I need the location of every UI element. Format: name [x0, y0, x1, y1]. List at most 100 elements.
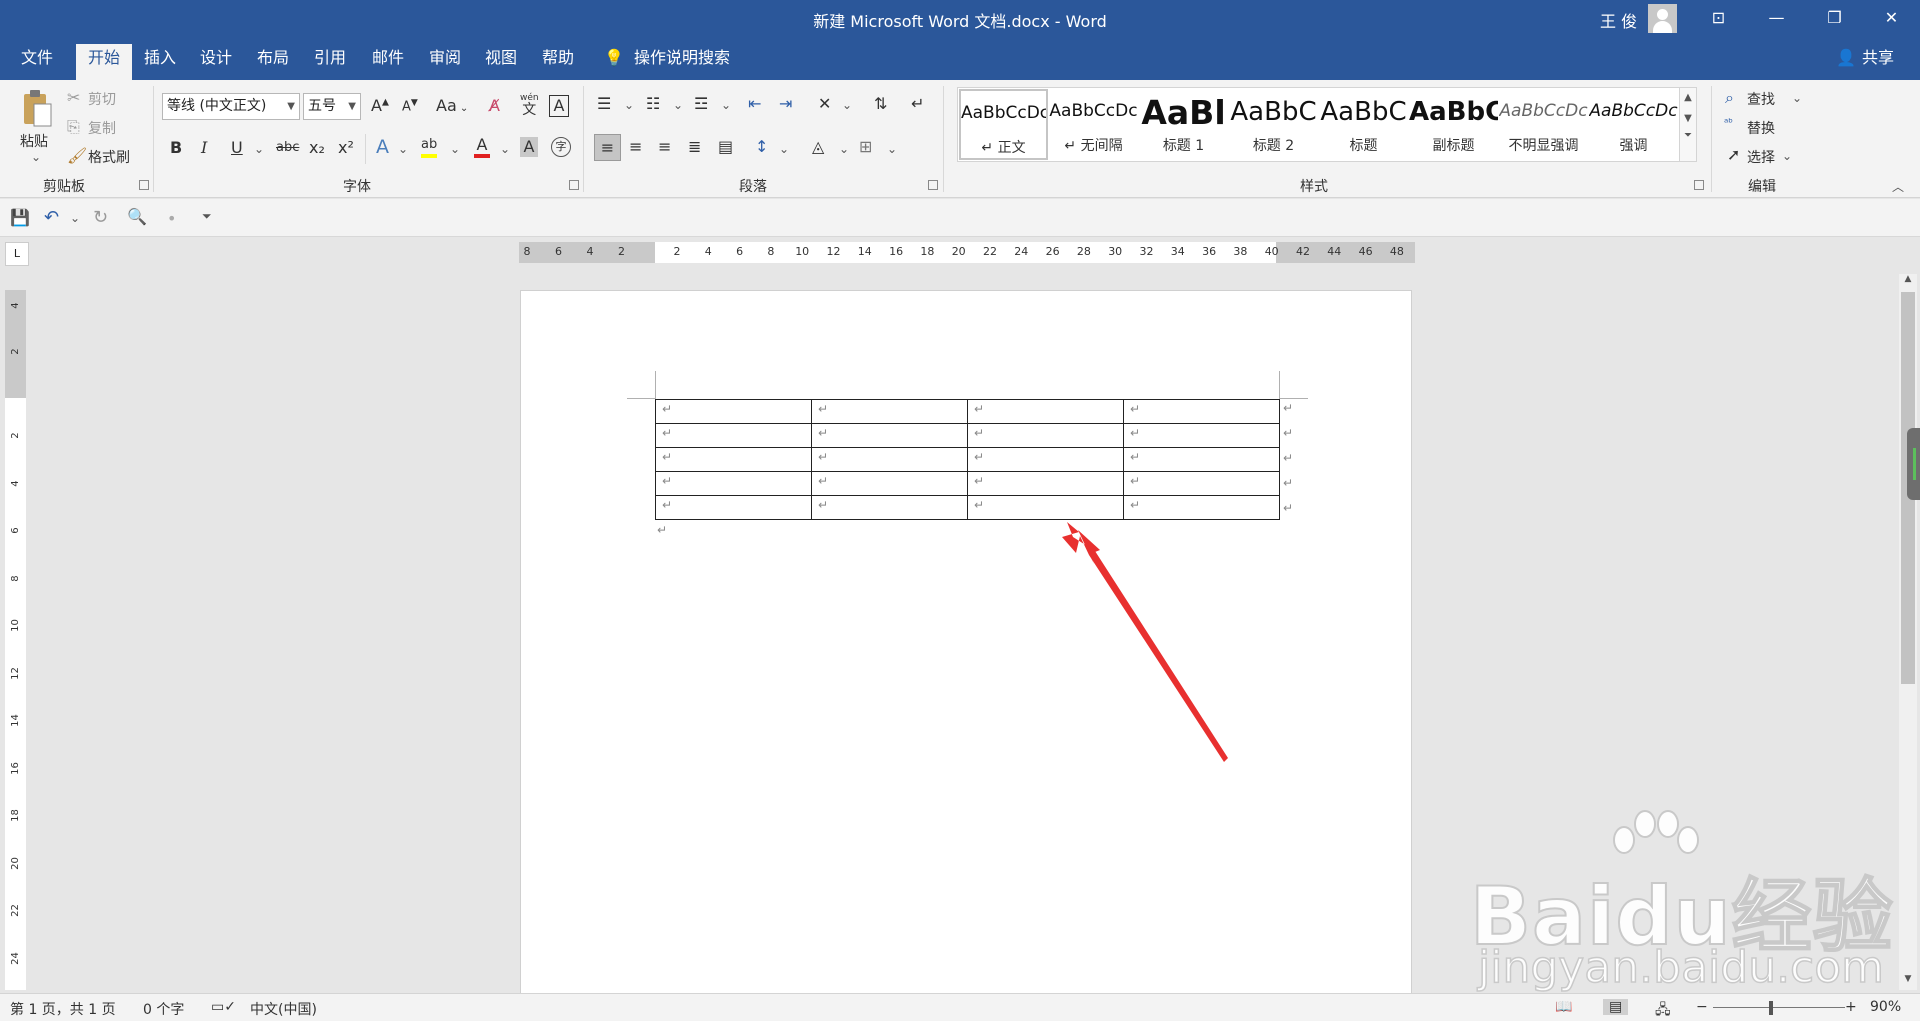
tab-review[interactable]: 审阅 [422, 44, 468, 80]
enclose-characters-icon[interactable]: 字 [551, 137, 571, 157]
table-cell[interactable]: ↵ [655, 447, 812, 472]
touch-mode-icon[interactable]: • [167, 209, 176, 228]
paste-icon[interactable] [20, 88, 54, 132]
table-cell[interactable]: ↵ [811, 423, 968, 448]
highlight-icon[interactable]: ab [421, 136, 438, 158]
copy-button[interactable]: 复制 [88, 118, 116, 138]
font-name-combo[interactable]: 等线 (中文正文) ▼ [162, 93, 300, 120]
styles-launcher-icon[interactable] [1694, 180, 1704, 190]
style-emphasis[interactable]: AaBbCcDc 强调 [1589, 89, 1678, 160]
zoom-slider[interactable] [1713, 1007, 1845, 1008]
document-page[interactable]: ↵ ↵ ↵ ↵ ↵ ↵ ↵ ↵ ↵ ↵ ↵ ↵ ↵ ↵ ↵ ↵ ↵ ↵ ↵ ↵ ↵ ↵ ↵ ↵ ↵ ↵ [520, 290, 1412, 1000]
table-cell[interactable]: ↵ [1123, 399, 1280, 424]
format-painter-icon[interactable]: 🖌 [67, 146, 87, 165]
strikethrough-icon[interactable]: abc [276, 140, 299, 155]
vertical-scrollbar[interactable]: ▲ ▼ [1899, 274, 1917, 990]
text-effects-dropdown-icon[interactable]: ⌄ [398, 142, 408, 156]
scroll-up-icon[interactable]: ▲ [1899, 274, 1917, 290]
numbering-icon[interactable]: ☷ [646, 94, 660, 113]
table-cell[interactable]: ↵ [1123, 447, 1280, 472]
font-color-icon[interactable]: A [474, 136, 490, 158]
copy-icon[interactable]: ⎘ [67, 117, 80, 137]
italic-icon[interactable]: I [201, 138, 207, 157]
find-dropdown-icon[interactable]: ⌄ [1792, 91, 1802, 105]
align-right-icon[interactable]: ≡ [658, 137, 671, 156]
borders-dropdown-icon[interactable]: ⌄ [887, 142, 897, 156]
word-count[interactable]: 0 个字 [143, 999, 184, 1019]
text-effects-icon[interactable]: A [376, 136, 389, 158]
zoom-level[interactable]: 90% [1870, 999, 1901, 1015]
clipboard-launcher-icon[interactable] [139, 180, 149, 190]
table-cell[interactable]: ↵ [655, 423, 812, 448]
table-cell[interactable]: ↵ [655, 495, 812, 520]
table-cell[interactable]: ↵ [967, 471, 1124, 496]
cut-button[interactable]: 剪切 [88, 89, 116, 109]
grow-font-icon[interactable]: A▲ [371, 96, 389, 115]
restore-icon[interactable]: ❐ [1806, 0, 1863, 36]
chinese-layout-dropdown-icon[interactable]: ⌄ [842, 98, 852, 112]
increase-indent-icon[interactable]: ⇥ [779, 94, 792, 113]
tab-mailings[interactable]: 邮件 [365, 44, 411, 80]
table-cell[interactable]: ↵ [1123, 423, 1280, 448]
tab-layout[interactable]: 布局 [250, 44, 296, 80]
format-painter-button[interactable]: 格式刷 [88, 147, 130, 167]
shrink-font-icon[interactable]: A▼ [402, 98, 418, 114]
zoom-out-icon[interactable]: − [1696, 999, 1708, 1015]
side-panel-handle[interactable] [1907, 428, 1920, 500]
style-no-spacing[interactable]: AaBbCcDc ↵ 无间隔 [1049, 89, 1138, 160]
lightbulb-icon[interactable]: 💡 [602, 44, 626, 80]
share-person-icon[interactable]: 👤 [1836, 44, 1856, 80]
style-title[interactable]: AaBbC 标题 [1319, 89, 1408, 160]
select-cursor-icon[interactable]: ➚ [1727, 145, 1740, 164]
tell-me-search[interactable]: 操作说明搜索 [632, 44, 732, 80]
tab-references[interactable]: 引用 [307, 44, 353, 80]
horizontal-ruler[interactable]: 8 6 4 2 2 4 6 8 10 12 14 16 18 20 22 24 26 28 30 32 34 36 38 40… [519, 242, 1415, 263]
style-heading-1[interactable]: AaBl 标题 1 [1139, 89, 1228, 160]
language[interactable]: 中文(中国) [250, 999, 317, 1019]
table-cell[interactable]: ↵ [967, 423, 1124, 448]
style-subtitle[interactable]: AaBbC 副标题 [1409, 89, 1498, 160]
bold-icon[interactable]: B [170, 138, 182, 157]
web-layout-icon[interactable]: 🖧 [1655, 999, 1671, 1021]
superscript-icon[interactable]: x² [338, 138, 354, 157]
find-icon[interactable]: ⌕ [1725, 88, 1734, 108]
table-cell[interactable]: ↵ [1123, 495, 1280, 520]
justify-icon[interactable]: ≣ [688, 137, 701, 156]
minimize-icon[interactable]: — [1748, 0, 1805, 36]
collapse-ribbon-icon[interactable]: ︿ [1892, 178, 1904, 195]
table-cell[interactable]: ↵ [967, 495, 1124, 520]
style-heading-2[interactable]: AaBbC 标题 2 [1229, 89, 1318, 160]
line-spacing-dropdown-icon[interactable]: ⌄ [779, 142, 789, 156]
table-cell[interactable]: ↵ [967, 447, 1124, 472]
paste-button[interactable]: 粘贴 [20, 131, 48, 151]
paragraph-launcher-icon[interactable] [928, 180, 938, 190]
replace-button[interactable]: 替换 [1747, 118, 1775, 138]
style-normal[interactable]: AaBbCcDc ↵ 正文 [959, 89, 1048, 160]
multilevel-list-icon[interactable]: ☲ [694, 94, 708, 113]
align-left-icon[interactable]: ≡ [594, 134, 621, 161]
document-table[interactable]: ↵ ↵ ↵ ↵ ↵ ↵ ↵ ↵ ↵ ↵ ↵ ↵ ↵ ↵ ↵ ↵ ↵ ↵ ↵ ↵ [655, 399, 1280, 520]
tab-file[interactable]: 文件 [8, 44, 66, 80]
sort-icon[interactable]: ⇅ [874, 94, 887, 113]
tab-help[interactable]: 帮助 [535, 44, 581, 80]
redo-icon[interactable]: ↻ [93, 207, 108, 228]
borders-icon[interactable]: ⊞ [859, 137, 872, 156]
save-icon[interactable]: 💾 [10, 208, 30, 227]
align-center-icon[interactable]: ≡ [629, 137, 642, 156]
tab-design[interactable]: 设计 [193, 44, 239, 80]
change-case-icon[interactable]: Aa ⌄ [436, 96, 468, 115]
bullets-icon[interactable]: ☰ [597, 94, 611, 113]
avatar[interactable] [1648, 4, 1677, 33]
shading-icon[interactable]: ◬ [812, 137, 824, 156]
print-layout-icon[interactable]: ▤ [1603, 999, 1629, 1015]
show-marks-icon[interactable]: ↵ [911, 94, 924, 113]
character-border-icon[interactable]: A [549, 95, 569, 117]
shading-dropdown-icon[interactable]: ⌄ [839, 142, 849, 156]
bullets-dropdown-icon[interactable]: ⌄ [624, 98, 634, 112]
decrease-indent-icon[interactable]: ⇤ [748, 94, 761, 113]
table-cell[interactable]: ↵ [1123, 471, 1280, 496]
multilevel-dropdown-icon[interactable]: ⌄ [721, 98, 731, 112]
table-cell[interactable]: ↵ [811, 399, 968, 424]
zoom-in-icon[interactable]: + [1845, 999, 1857, 1015]
table-cell[interactable]: ↵ [655, 399, 812, 424]
